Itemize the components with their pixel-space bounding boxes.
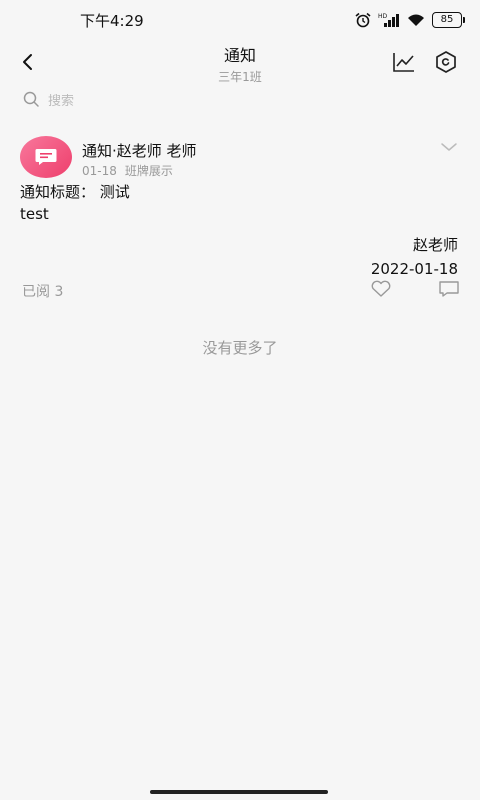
battery-icon: 85	[432, 12, 465, 28]
like-button[interactable]	[370, 280, 394, 300]
post-meta: 01-18 班牌展示	[82, 162, 173, 179]
search-icon	[22, 90, 40, 112]
search-input[interactable]	[48, 93, 348, 109]
comment-button[interactable]	[438, 280, 462, 300]
wifi-icon	[406, 12, 426, 28]
hexagon-settings-icon	[436, 51, 456, 73]
status-time: 下午4:29	[80, 12, 144, 30]
post-title: 通知标题： 测试	[20, 183, 130, 201]
status-bar: 下午4:29 HD 85	[0, 0, 480, 40]
search-bar[interactable]	[22, 88, 458, 114]
expand-button[interactable]	[440, 138, 460, 154]
read-count[interactable]: 已阅 3	[22, 281, 63, 301]
svg-text:HD: HD	[378, 13, 388, 20]
chevron-down-icon	[441, 143, 457, 151]
alarm-icon	[354, 12, 372, 28]
header: 通知 三年1班	[0, 40, 480, 84]
line-chart-icon	[393, 53, 414, 72]
heart-icon	[371, 280, 391, 297]
end-of-list-text: 没有更多了	[202, 339, 278, 357]
post-date: 01-18	[82, 164, 117, 178]
header-actions	[390, 48, 460, 76]
signature: 赵老师 2022-01-18	[371, 233, 458, 281]
signature-date: 2022-01-18	[370, 260, 458, 278]
post-source: 班牌展示	[124, 164, 173, 178]
statistics-button[interactable]	[390, 48, 418, 76]
post-author: 通知·赵老师 老师	[82, 142, 197, 160]
message-icon	[35, 149, 57, 165]
status-icons: HD 85	[354, 10, 465, 30]
signal-icon: HD	[378, 12, 400, 28]
signature-name: 赵老师	[412, 236, 458, 254]
comment-icon	[439, 281, 459, 297]
post-body: test	[20, 205, 49, 223]
settings-button[interactable]	[432, 48, 460, 76]
home-indicator[interactable]	[150, 790, 328, 794]
avatar[interactable]	[20, 136, 72, 178]
